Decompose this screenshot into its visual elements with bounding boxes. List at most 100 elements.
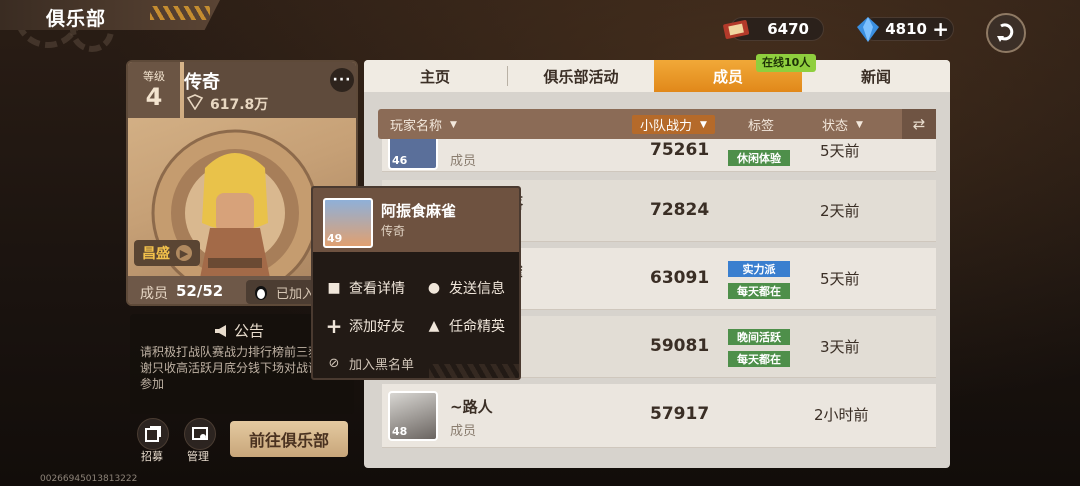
back-button[interactable] bbox=[986, 13, 1026, 53]
header-power[interactable]: 小队战力 ▼ bbox=[632, 115, 715, 134]
player-status: 5天前 bbox=[820, 142, 860, 160]
header-tag-label: 标签 bbox=[748, 119, 775, 134]
chevron-down-icon: ▼ bbox=[856, 119, 863, 130]
player-tag: 实力派 bbox=[728, 261, 790, 277]
player-tag: 休闲体验 bbox=[728, 150, 790, 166]
player-status: 3天前 bbox=[820, 338, 860, 356]
chevron-down-icon: ▼ bbox=[700, 119, 707, 130]
header-status[interactable]: 状态 ▼ bbox=[822, 115, 863, 134]
avatar-level: 46 bbox=[392, 154, 408, 167]
joined-label: 已加入 bbox=[276, 286, 316, 302]
header-tag[interactable]: 标签 bbox=[748, 115, 774, 134]
player-power: 72824 bbox=[650, 200, 710, 220]
notice-header: 公告 bbox=[214, 320, 264, 341]
club-emblem bbox=[151, 129, 319, 297]
popup-header: 49 阿振食麻雀 传奇 bbox=[313, 188, 519, 252]
rank-badge[interactable]: 昌盛 ▶ bbox=[134, 240, 200, 266]
back-arrow-icon bbox=[997, 23, 1014, 42]
player-role: 成员 bbox=[450, 424, 477, 439]
swap-icon: ⇄ bbox=[912, 115, 926, 133]
tab-club-activity[interactable]: 俱乐部活动 bbox=[508, 60, 654, 92]
penguin-icon bbox=[255, 286, 267, 300]
gem-currency: 4810 + bbox=[857, 17, 954, 42]
ticket-currency: 6470 bbox=[723, 17, 824, 41]
person-icon: ■ bbox=[327, 280, 341, 296]
recruit-button[interactable] bbox=[137, 418, 169, 450]
manage-label: 管理 bbox=[187, 450, 209, 463]
notice-title: 公告 bbox=[234, 322, 265, 340]
stripe-decoration bbox=[150, 6, 210, 20]
manage-icon bbox=[192, 427, 208, 440]
chevron-down-icon: ▼ bbox=[450, 119, 457, 130]
more-button[interactable]: ··· bbox=[330, 68, 354, 92]
send-message-button[interactable]: ● 发送信息 bbox=[425, 278, 505, 298]
club-name: 传奇 bbox=[184, 72, 220, 93]
members-label: 成员 bbox=[140, 286, 168, 302]
power-icon bbox=[186, 94, 204, 110]
online-count-badge: 在线10人 bbox=[756, 54, 817, 72]
player-tag: 每天都在 bbox=[728, 283, 790, 299]
avatar-level: 48 bbox=[392, 425, 408, 438]
add-gems-button[interactable]: + bbox=[932, 17, 949, 41]
rank-label: 昌盛 bbox=[142, 246, 170, 262]
view-details-button[interactable]: ■ 查看详情 bbox=[325, 278, 405, 298]
user-id: 00266945013813222 bbox=[40, 474, 138, 484]
club-header: 传奇 617.8万 ··· bbox=[184, 62, 356, 118]
megaphone-icon bbox=[215, 324, 226, 337]
header-power-label: 小队战力 bbox=[640, 119, 693, 134]
block-icon: ⊘ bbox=[328, 356, 340, 371]
header-name[interactable]: 玩家名称 ▼ bbox=[390, 115, 457, 134]
appoint-elite-button[interactable]: ▲ 任命精英 bbox=[425, 316, 505, 336]
go-to-club-button[interactable]: 前往俱乐部 bbox=[230, 421, 348, 457]
player-power: 75261 bbox=[650, 140, 710, 160]
player-tag: 晚间活跃 bbox=[728, 329, 790, 345]
members-count: 52/52 bbox=[176, 282, 224, 300]
club-power: 617.8万 bbox=[210, 97, 269, 113]
manage-button[interactable] bbox=[184, 418, 216, 450]
player-power: 57917 bbox=[650, 404, 710, 424]
header-status-label: 状态 bbox=[822, 119, 849, 134]
blacklist-button[interactable]: ⊘ 加入黑名单 bbox=[325, 354, 414, 373]
page-title: 俱乐部 bbox=[46, 8, 107, 30]
add-friend-label: 添加好友 bbox=[349, 319, 405, 335]
club-level: 等级 4 bbox=[128, 62, 180, 118]
table-header: 玩家名称 ▼ 小队战力 ▼ 标签 状态 ▼ ⇄ bbox=[378, 109, 936, 139]
popup-player-role: 传奇 bbox=[381, 224, 406, 238]
ticket-icon bbox=[723, 20, 750, 39]
player-status: 2天前 bbox=[820, 202, 860, 220]
avatar: 49 bbox=[323, 198, 373, 248]
appoint-elite-label: 任命精英 bbox=[449, 319, 505, 335]
player-role: 成员 bbox=[450, 154, 477, 169]
level-value: 4 bbox=[145, 83, 163, 111]
recruit-icon bbox=[145, 426, 161, 442]
ticket-count: 6470 bbox=[767, 20, 809, 38]
table-row[interactable]: 48 ~路人 成员 57917 2小时前 bbox=[382, 384, 936, 448]
popup-player-name: 阿振食麻雀 bbox=[381, 202, 457, 220]
gem-count: 4810 bbox=[885, 20, 927, 38]
tab-home[interactable]: 主页 bbox=[364, 60, 506, 92]
blacklist-label: 加入黑名单 bbox=[349, 358, 415, 373]
player-power: 63091 bbox=[650, 268, 710, 288]
recruit-label: 招募 bbox=[141, 450, 163, 463]
person-icon: ▲ bbox=[428, 318, 440, 334]
plus-icon: + bbox=[325, 314, 343, 338]
player-power: 59081 bbox=[650, 336, 710, 356]
player-status: 2小时前 bbox=[814, 406, 869, 424]
chevron-right-icon: ▶ bbox=[176, 245, 192, 261]
tab-bar: 主页 俱乐部活动 成员 新闻 bbox=[364, 60, 950, 92]
tab-news[interactable]: 新闻 bbox=[802, 60, 950, 92]
gem-icon bbox=[857, 17, 879, 42]
player-popup: 49 阿振食麻雀 传奇 ■ 查看详情 ● 发送信息 + 添加好友 ▲ 任命精英 … bbox=[311, 186, 521, 380]
player-status: 5天前 bbox=[820, 270, 860, 288]
stripe-decoration bbox=[429, 364, 519, 378]
player-tag: 每天都在 bbox=[728, 351, 790, 367]
chat-icon: ● bbox=[427, 280, 441, 296]
send-message-label: 发送信息 bbox=[449, 281, 505, 297]
level-label: 等级 bbox=[143, 70, 165, 83]
player-name: ~路人 bbox=[450, 398, 493, 416]
sort-toggle-button[interactable]: ⇄ bbox=[902, 109, 936, 139]
avatar: 48 bbox=[388, 391, 438, 441]
avatar-level: 49 bbox=[327, 232, 343, 245]
add-friend-button[interactable]: + 添加好友 bbox=[325, 314, 405, 338]
view-details-label: 查看详情 bbox=[349, 281, 405, 297]
